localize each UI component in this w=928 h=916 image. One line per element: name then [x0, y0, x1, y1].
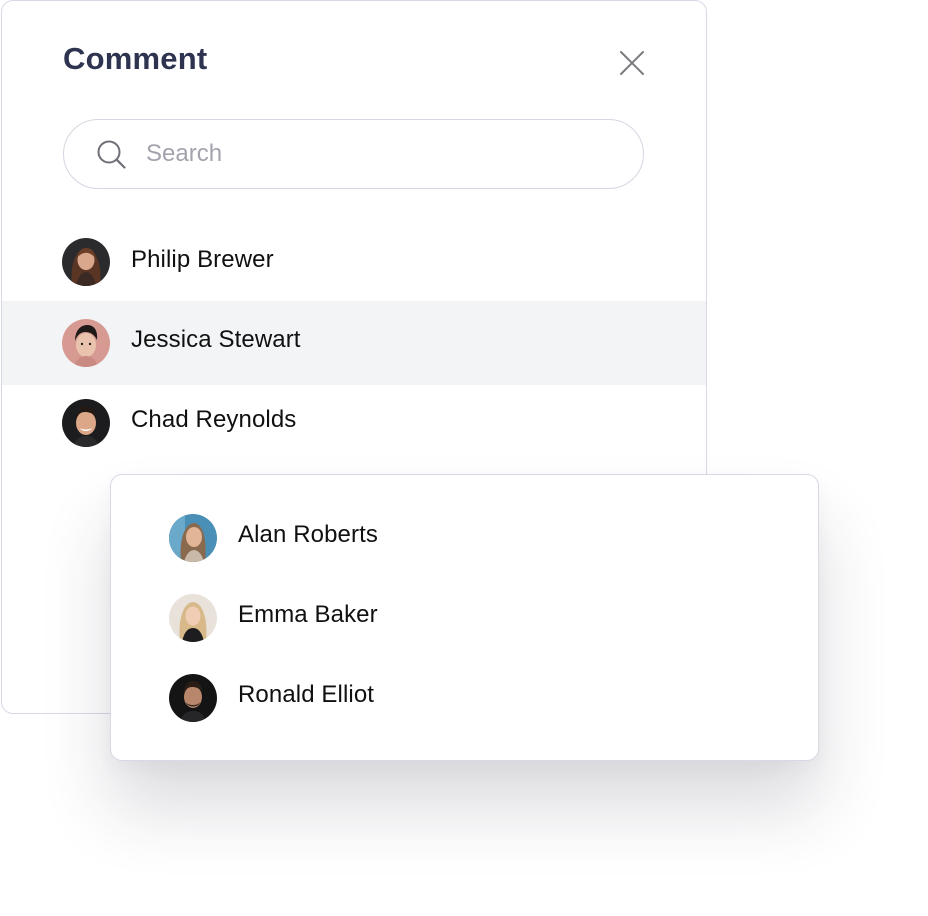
search-input[interactable]	[146, 136, 606, 172]
person-name: Chad Reynolds	[131, 406, 297, 433]
panel-title: Comment	[63, 41, 208, 76]
person-name: Jessica Stewart	[131, 326, 301, 353]
close-button[interactable]	[614, 45, 650, 81]
avatar	[169, 514, 217, 562]
list-item-jessica-stewart[interactable]: Jessica Stewart	[2, 301, 706, 385]
avatar	[62, 319, 110, 367]
person-name: Alan Roberts	[238, 521, 378, 548]
person-name: Philip Brewer	[131, 246, 274, 273]
close-icon	[620, 51, 644, 75]
avatar	[169, 594, 217, 642]
search-icon	[97, 140, 126, 169]
list-item-ronald-elliot[interactable]: Ronald Elliot	[111, 658, 817, 738]
list-item-philip-brewer[interactable]: Philip Brewer	[2, 221, 706, 303]
person-name: Ronald Elliot	[238, 681, 375, 708]
mention-dropdown: Alan Roberts Emma Baker Ronald Elliot	[110, 474, 819, 761]
list-item-chad-reynolds[interactable]: Chad Reynolds	[2, 381, 706, 463]
list-item-alan-roberts[interactable]: Alan Roberts	[111, 498, 817, 578]
list-item-emma-baker[interactable]: Emma Baker	[111, 578, 817, 658]
avatar	[62, 238, 110, 286]
avatar	[62, 399, 110, 447]
person-name: Emma Baker	[238, 601, 378, 628]
avatar	[169, 674, 217, 722]
mention-picker-stage: Comment Search Philip Brewer Jessica Ste…	[0, 0, 928, 916]
search-box[interactable]	[63, 119, 644, 189]
